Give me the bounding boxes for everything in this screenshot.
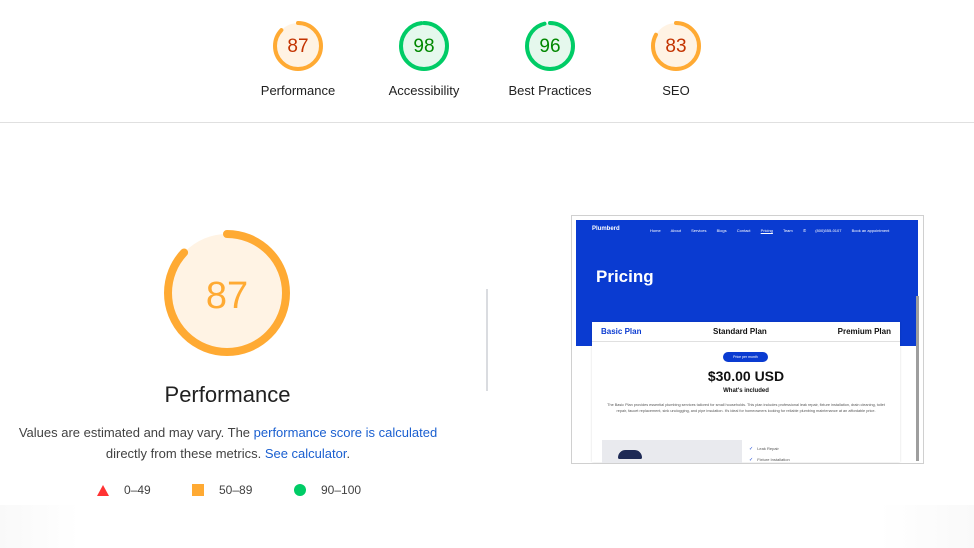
legend-fail-label: 0–49 [124,483,151,497]
tab-premium: Premium Plan [837,327,891,336]
desc-text: . [346,446,351,461]
triangle-icon [97,484,109,496]
gauge-best-practices[interactable]: 96 Best Practices [495,20,605,98]
final-screenshot[interactable]: Plumberd Home About Services Blogs Conta… [571,215,924,464]
check-icon: ✓ [749,446,754,452]
category-summary: 87 Performance 98 Accessibility 96 Best … [0,0,974,123]
legend-average: 50–89 [192,483,252,497]
gauge-ring: 87 [273,21,323,71]
nav-item: Services [691,228,707,233]
legend-pass-label: 90–100 [321,483,362,497]
gauge-performance[interactable]: 87 Performance [243,20,353,98]
gauge-label: Accessibility [388,83,460,98]
performance-description: Values are estimated and may vary. The p… [10,422,446,464]
plan-description: The Basic Plan provides essential plumbi… [607,403,885,413]
circle-icon [294,484,306,496]
score-legend: 0–49 50–89 90–100 [0,483,460,499]
gauge-score: 87 [287,36,308,57]
feature-item: ✓ Fixture Installation [749,457,790,463]
square-icon [192,484,204,496]
score-calc-link[interactable]: performance score is calculated [254,425,438,440]
vertical-divider [486,289,488,391]
feature-label: Leak Repair [757,446,779,451]
gauge-label: Best Practices [508,83,592,98]
performance-title: Performance [164,382,291,407]
legend-fail: 0–49 [97,483,151,497]
legend-pass: 90–100 [294,483,361,497]
tab-basic: Basic Plan [601,327,642,336]
feature-label: Fixture Installation [757,457,790,462]
price-value: $30.00 USD [707,368,785,384]
gauge-accessibility[interactable]: 98 Accessibility [369,20,479,98]
gauge-seo[interactable]: 83 SEO [621,20,731,98]
phone-icon: ✆ [802,228,807,233]
gauge-score: 83 [665,36,686,57]
check-icon: ✓ [749,457,754,463]
preview-pricing-card: Basic Plan Standard Plan Premium Plan Pr… [592,322,900,463]
desc-text: Values are estimated and may vary. The [18,425,254,440]
tab-standard: Standard Plan [713,327,767,336]
desc-text: directly from these metrics. [105,446,265,461]
performance-score: 87 [206,275,248,317]
preview-logo: Plumberd [592,226,620,232]
gauge-label: SEO [662,83,690,98]
gauge-ring: 98 [399,21,449,71]
performance-gauge: 87 [164,230,290,356]
nav-phone: (800)555-0107 [815,228,842,233]
see-calculator-link[interactable]: See calculator [265,446,347,461]
gauge-label: Performance [260,83,336,98]
nav-cta: Book an appointment [851,228,890,233]
bottom-fade-left [0,505,80,548]
preview-nav: Home About Services Blogs Contact Pricin… [650,228,898,233]
nav-item: Blogs [716,228,727,233]
preview-tabs: Basic Plan Standard Plan Premium Plan [592,322,900,342]
bottom-fade-right [879,505,974,548]
nav-item: Team [782,228,793,233]
nav-item: Contact [736,228,751,233]
gauge-ring: 96 [525,21,575,71]
nav-item-active: Pricing [760,228,773,233]
included-heading: What's included [723,388,769,394]
nav-item: About [670,228,682,233]
price-pill: Price per month [723,352,768,362]
gauge-score: 96 [539,36,560,57]
cap-graphic [618,450,642,459]
gauge-score: 98 [413,36,434,57]
legend-average-label: 50–89 [219,483,253,497]
gauge-ring: 83 [651,21,701,71]
preview-scrollbar [916,296,919,461]
preview-title: Pricing [596,267,654,286]
feature-item: ✓ Leak Repair [749,446,779,452]
nav-item: Home [650,228,661,233]
